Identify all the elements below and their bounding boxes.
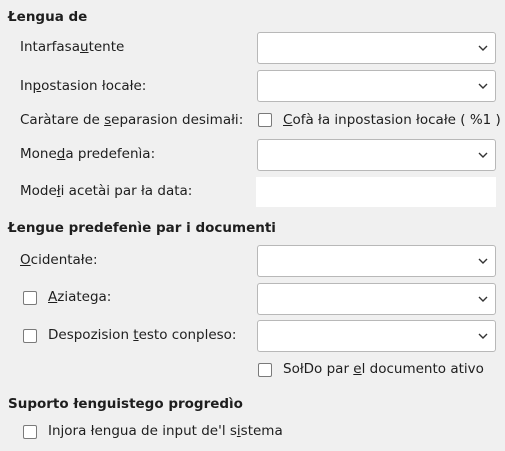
ctl-label: Despozision testo conpleso: xyxy=(48,327,237,343)
western-label: Ocidentałe: xyxy=(20,252,98,268)
ignore-system-input-language-checkbox[interactable] xyxy=(23,425,37,439)
locale-setting-label: Inpostasion łocałe: xyxy=(20,78,147,94)
ui-language-dropdown[interactable] xyxy=(257,32,496,64)
locale-setting-dropdown[interactable] xyxy=(257,70,496,102)
current-document-only-label: SołDo par el documento ativo xyxy=(283,361,484,377)
chevron-down-icon xyxy=(478,296,488,302)
asian-checkbox[interactable] xyxy=(23,291,37,305)
current-document-only-checkbox[interactable] xyxy=(258,363,272,377)
default-currency-label: Moneda predefenìa: xyxy=(20,146,156,162)
date-patterns-input[interactable] xyxy=(255,176,497,208)
asian-label: Aziatega: xyxy=(48,289,112,305)
section-title-language-of: Łengua de xyxy=(8,9,88,25)
ctl-checkbox[interactable] xyxy=(23,329,37,343)
western-dropdown[interactable] xyxy=(257,245,496,277)
ui-language-label: Intarfasautente xyxy=(20,39,125,55)
decimal-separator-label: Caràtare de separasion desimałi: xyxy=(20,112,244,128)
section-title-enhanced-language-support: Suporto łenguistego progredìo xyxy=(8,396,243,412)
chevron-down-icon xyxy=(478,152,488,158)
decimal-same-as-locale-checkbox[interactable] xyxy=(258,113,272,127)
chevron-down-icon xyxy=(478,45,488,51)
ctl-dropdown[interactable] xyxy=(257,320,496,352)
chevron-down-icon xyxy=(478,83,488,89)
default-currency-dropdown[interactable] xyxy=(257,139,496,171)
section-title-default-languages: Łengue predefenìe par i documenti xyxy=(8,220,276,236)
decimal-same-as-locale-label: Cofà ła inpostasion łocałe ( %1 ) xyxy=(283,112,501,128)
ignore-system-input-language-label: Injora łengua de input de'l sistema xyxy=(48,423,283,439)
chevron-down-icon xyxy=(478,333,488,339)
date-patterns-label: Modełi acetài par ła data: xyxy=(20,183,193,199)
asian-dropdown[interactable] xyxy=(257,283,496,315)
chevron-down-icon xyxy=(478,258,488,264)
